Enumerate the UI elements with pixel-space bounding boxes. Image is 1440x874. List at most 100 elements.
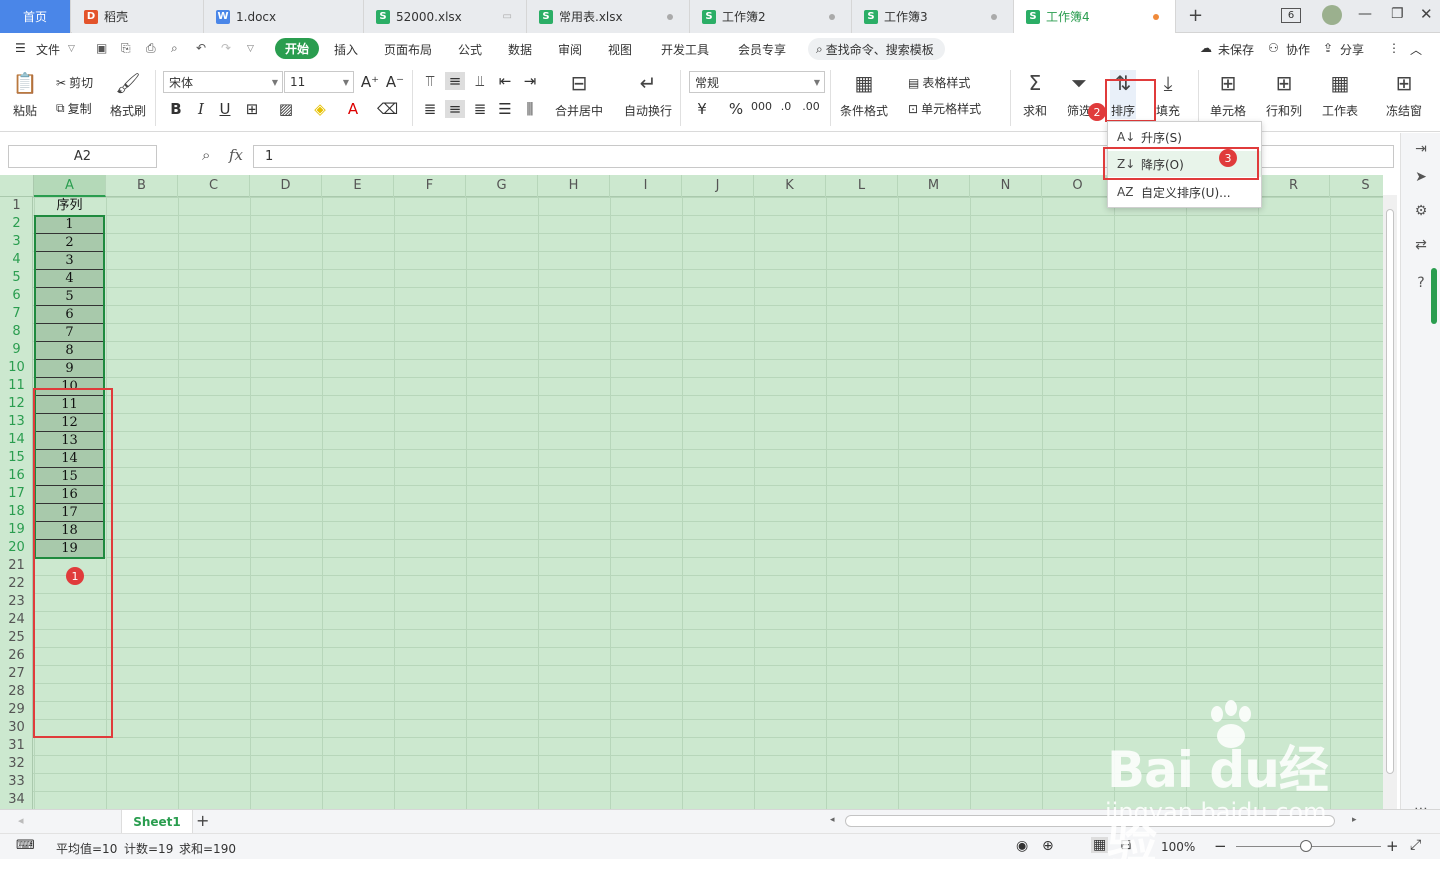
row-header[interactable]: 31 bbox=[0, 737, 33, 755]
row-header[interactable]: 1 bbox=[0, 197, 33, 215]
settings-sliders-icon[interactable]: ⚙ bbox=[1411, 203, 1431, 219]
close-icon[interactable]: ✕ bbox=[1420, 5, 1433, 23]
undo-icon[interactable]: ↶ bbox=[196, 41, 206, 55]
header-cell[interactable]: 序列 bbox=[34, 197, 105, 215]
column-header[interactable]: J bbox=[682, 175, 754, 197]
row-header[interactable]: 21 bbox=[0, 557, 33, 575]
align-right-icon[interactable]: ≣ bbox=[470, 100, 490, 118]
row-header[interactable]: 17 bbox=[0, 485, 33, 503]
tab-1docx[interactable]: W 1.docx bbox=[204, 0, 364, 33]
tab-docer[interactable]: D 稻壳 bbox=[72, 0, 204, 33]
column-header[interactable]: R bbox=[1258, 175, 1330, 197]
sheet-nav-first-icon[interactable]: ◂ bbox=[18, 814, 24, 827]
row-header[interactable]: 5 bbox=[0, 269, 33, 287]
cursor-icon[interactable]: ➤ bbox=[1411, 169, 1431, 185]
cut-button[interactable]: ✂ 剪切 bbox=[56, 74, 93, 91]
column-header[interactable]: E bbox=[322, 175, 394, 197]
column-header[interactable]: L bbox=[826, 175, 898, 197]
row-header[interactable]: 14 bbox=[0, 431, 33, 449]
row-header[interactable]: 13 bbox=[0, 413, 33, 431]
distribute-icon[interactable]: ⫼ bbox=[520, 100, 540, 118]
column-header[interactable]: I bbox=[610, 175, 682, 197]
column-header[interactable]: G bbox=[466, 175, 538, 197]
merge-center-button[interactable]: ⊟ 合并居中 bbox=[555, 70, 603, 119]
currency-icon[interactable]: ¥ bbox=[692, 100, 712, 118]
row-header[interactable]: 22 bbox=[0, 575, 33, 593]
zoom-search-icon[interactable]: ⌕ bbox=[202, 146, 210, 164]
font-color-icon[interactable]: A bbox=[343, 100, 363, 118]
percent-icon[interactable]: % bbox=[726, 100, 746, 118]
row-header[interactable]: 20 bbox=[0, 539, 33, 557]
minimize-icon[interactable]: — bbox=[1358, 6, 1372, 22]
help-icon[interactable]: ? bbox=[1411, 275, 1431, 291]
column-header[interactable]: S bbox=[1330, 175, 1383, 197]
align-top-icon[interactable]: ⫪ bbox=[420, 72, 440, 90]
justify-icon[interactable]: ☰ bbox=[495, 100, 515, 118]
export-icon[interactable]: ⎘ bbox=[121, 41, 131, 56]
column-header[interactable]: C bbox=[178, 175, 250, 197]
command-search[interactable]: ⌕ 查找命令、搜索模板 bbox=[808, 38, 945, 60]
row-header[interactable]: 7 bbox=[0, 305, 33, 323]
freeze-pane-button[interactable]: ⊞ 冻结窗 bbox=[1386, 70, 1422, 119]
row-header[interactable]: 3 bbox=[0, 233, 33, 251]
column-header[interactable]: A bbox=[34, 175, 106, 197]
font-size-select[interactable]: 11 ▼ bbox=[284, 71, 354, 93]
add-sheet-icon[interactable]: + bbox=[196, 811, 209, 830]
window-count-badge[interactable]: 6 bbox=[1281, 8, 1301, 23]
row-header[interactable]: 9 bbox=[0, 341, 33, 359]
clear-format-icon[interactable]: ⌫ bbox=[377, 100, 398, 118]
row-header[interactable]: 12 bbox=[0, 395, 33, 413]
row-header[interactable]: 18 bbox=[0, 503, 33, 521]
row-header[interactable]: 30 bbox=[0, 719, 33, 737]
fullscreen-icon[interactable]: ⤢ bbox=[1410, 837, 1421, 853]
print-preview-icon[interactable]: ⌕ bbox=[171, 41, 178, 56]
menu-file[interactable]: 文件 bbox=[36, 41, 60, 58]
tab-page-layout[interactable]: 页面布局 bbox=[384, 41, 432, 58]
font-name-select[interactable]: 宋体 ▼ bbox=[163, 71, 283, 93]
column-header[interactable]: K bbox=[754, 175, 826, 197]
align-center-icon[interactable]: ≡ bbox=[445, 100, 465, 118]
row-header[interactable]: 15 bbox=[0, 449, 33, 467]
avatar[interactable] bbox=[1322, 5, 1342, 25]
increase-font-icon[interactable]: A⁺ bbox=[360, 73, 380, 91]
column-header[interactable]: F bbox=[394, 175, 466, 197]
fx-icon[interactable]: fx bbox=[229, 146, 243, 164]
row-header[interactable]: 4 bbox=[0, 251, 33, 269]
scroll-thumb[interactable] bbox=[1386, 209, 1394, 774]
indent-increase-icon[interactable]: ⇥ bbox=[520, 72, 540, 90]
worksheet-button[interactable]: ▦ 工作表 bbox=[1322, 70, 1358, 119]
row-header[interactable]: 34 bbox=[0, 791, 33, 809]
normal-view-icon[interactable]: ▦ bbox=[1091, 837, 1109, 853]
tab-workbook3[interactable]: S 工作簿3 bbox=[852, 0, 1014, 33]
row-header[interactable]: 10 bbox=[0, 359, 33, 377]
row-header[interactable]: 16 bbox=[0, 467, 33, 485]
quick-access-more-icon[interactable]: ▽ bbox=[247, 44, 254, 54]
save-icon[interactable]: ▣ bbox=[96, 41, 107, 55]
fill-button[interactable]: ⤓ 填充 bbox=[1155, 70, 1181, 119]
new-tab-plus-icon[interactable]: + bbox=[1188, 5, 1203, 26]
row-header[interactable]: 25 bbox=[0, 629, 33, 647]
row-header[interactable]: 23 bbox=[0, 593, 33, 611]
column-header[interactable]: B bbox=[106, 175, 178, 197]
fill-color-icon[interactable]: ◈ bbox=[310, 100, 330, 118]
decrease-font-icon[interactable]: A⁻ bbox=[385, 73, 405, 91]
row-header[interactable]: 8 bbox=[0, 323, 33, 341]
tab-formula[interactable]: 公式 bbox=[458, 41, 482, 58]
row-header[interactable]: 11 bbox=[0, 377, 33, 395]
cell-style-button[interactable]: ⊡ 单元格样式 bbox=[908, 100, 981, 117]
column-header[interactable]: N bbox=[970, 175, 1042, 197]
eye-protection-icon[interactable]: ◉ bbox=[1016, 838, 1028, 854]
align-middle-icon[interactable]: ≡ bbox=[445, 72, 465, 90]
tab-developer[interactable]: 开发工具 bbox=[661, 41, 709, 58]
tab-review[interactable]: 审阅 bbox=[558, 41, 582, 58]
panel-toggle-icon[interactable]: ⇥ bbox=[1411, 141, 1431, 157]
number-format-select[interactable]: 常规 ▼ bbox=[689, 71, 825, 93]
tab-changyongbiao[interactable]: S 常用表.xlsx bbox=[527, 0, 690, 33]
row-header[interactable]: 2 bbox=[0, 215, 33, 233]
redo-icon[interactable]: ↷ bbox=[221, 41, 231, 55]
unsaved-status[interactable]: 未保存 bbox=[1218, 41, 1254, 58]
underline-icon[interactable]: U bbox=[215, 100, 235, 118]
thousands-icon[interactable]: 000 bbox=[751, 100, 772, 113]
tab-start[interactable]: 开始 bbox=[275, 38, 320, 59]
collapse-ribbon-icon[interactable]: ︿ bbox=[1410, 41, 1422, 58]
